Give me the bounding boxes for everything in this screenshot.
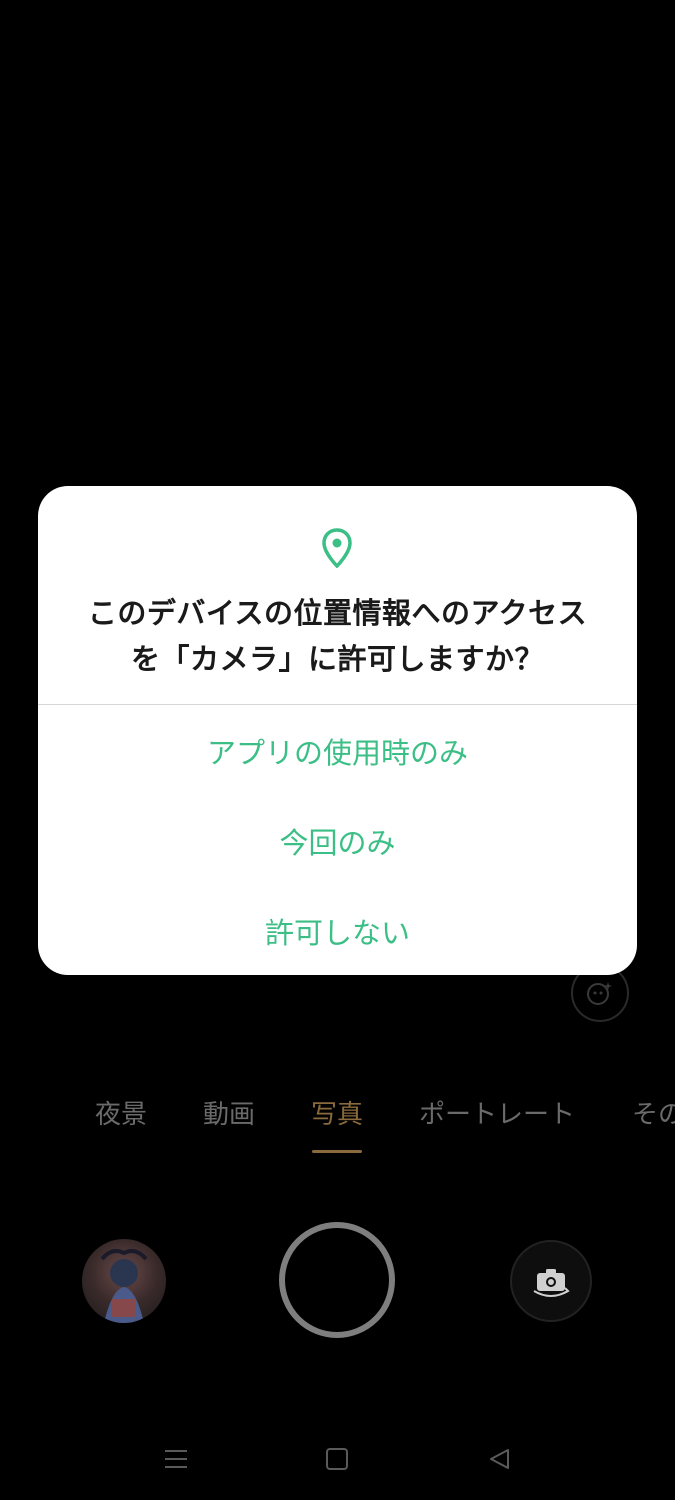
face-retouch-icon — [587, 982, 612, 1005]
deny-button[interactable]: 許可しない — [38, 886, 637, 975]
mode-portrait[interactable]: ポートレート — [419, 1094, 575, 1131]
shutter-button[interactable] — [279, 1222, 395, 1338]
recent-apps-button[interactable] — [161, 1444, 191, 1474]
mode-more[interactable]: その — [632, 1094, 675, 1131]
thumbnail-image — [100, 1249, 148, 1323]
mode-selector: 夜景 動画 写真 ポートレート その — [0, 1094, 675, 1138]
allow-while-using-button[interactable]: アプリの使用時のみ — [38, 706, 637, 796]
switch-camera-icon — [533, 1269, 570, 1297]
back-icon — [490, 1449, 509, 1469]
mode-night[interactable]: 夜景 — [95, 1094, 147, 1131]
switch-camera-button[interactable] — [510, 1240, 592, 1322]
back-button[interactable] — [484, 1444, 514, 1474]
mode-video[interactable]: 動画 — [203, 1094, 255, 1131]
allow-once-button[interactable]: 今回のみ — [38, 796, 637, 886]
home-button[interactable] — [322, 1444, 352, 1474]
active-mode-indicator — [312, 1150, 362, 1153]
system-nav-bar — [0, 1430, 675, 1490]
location-permission-dialog: このデバイスの位置情報へのアクセスを「カメラ」に許可しますか？ アプリの使用時の… — [38, 486, 637, 975]
dialog-divider — [38, 704, 637, 705]
gallery-thumbnail[interactable] — [82, 1239, 166, 1323]
mode-photo[interactable]: 写真 — [311, 1094, 363, 1131]
menu-icon — [165, 1450, 187, 1468]
location-pin-icon — [322, 528, 352, 568]
home-icon — [326, 1448, 348, 1470]
dialog-title: このデバイスの位置情報へのアクセスを「カメラ」に許可しますか？ — [87, 596, 588, 676]
